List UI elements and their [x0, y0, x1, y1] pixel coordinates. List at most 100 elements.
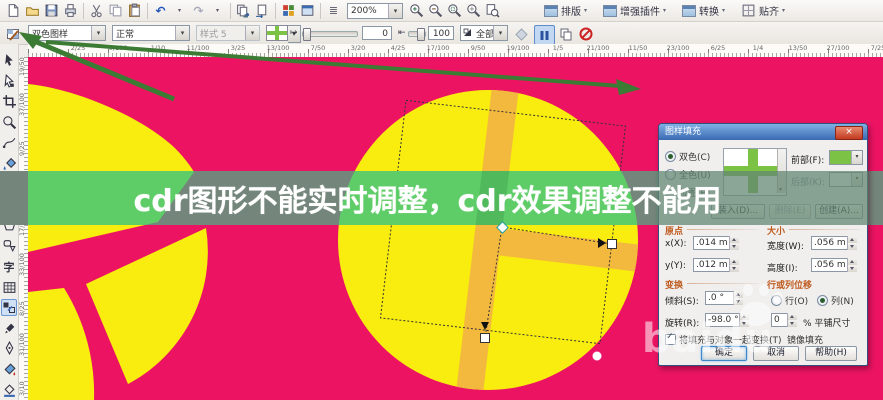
slider-thumb[interactable] — [303, 28, 311, 41]
radio-two-color[interactable]: 双色(C) — [665, 150, 710, 163]
chevron-down-icon[interactable]: ▾ — [91, 26, 105, 40]
view-list-icon[interactable]: ≣ — [324, 2, 343, 20]
export-icon[interactable] — [253, 2, 272, 20]
docker-button-增强插件[interactable]: 增强插件▾ — [599, 2, 670, 20]
smart-fill-tool[interactable] — [1, 155, 17, 172]
pattern-size-handle-right[interactable] — [608, 240, 617, 249]
radio-column-offset[interactable]: 列(N) — [817, 294, 854, 307]
basic-shapes-tool[interactable] — [1, 237, 17, 254]
zoom-all-icon[interactable] — [464, 2, 483, 20]
transparency-target-combo[interactable]: 全部▾ — [460, 25, 508, 41]
horizontal-ruler[interactable]: 2/259/1001/1011/1003/2513/1007/503/204/2… — [28, 44, 883, 58]
spinner[interactable] — [729, 236, 739, 250]
zoom-level-combo[interactable]: 200% ▾ — [347, 3, 403, 19]
table-tool[interactable] — [1, 279, 17, 296]
fill-tool[interactable] — [1, 361, 17, 378]
load-button[interactable]: 装入(D)... — [711, 204, 765, 219]
skew-field[interactable]: .0 ° — [705, 291, 743, 305]
chevron-down-icon[interactable]: ▾ — [851, 173, 862, 186]
no-transparency-icon[interactable] — [576, 25, 595, 43]
cut-scissors-icon[interactable] — [87, 2, 106, 20]
text-tool[interactable]: 字 — [1, 258, 17, 275]
new-document-icon[interactable] — [4, 2, 23, 20]
slider-thumb[interactable] — [417, 28, 425, 41]
offset-value-field[interactable]: 0 — [771, 313, 797, 327]
start-transparency-slider[interactable] — [302, 31, 358, 37]
chevron-down-icon[interactable]: ▾ — [175, 26, 189, 40]
close-icon[interactable]: × — [835, 126, 863, 140]
chevron-down-icon[interactable]: ▾ — [851, 151, 862, 164]
freehand-tool[interactable] — [1, 134, 17, 151]
transparency-operation-combo[interactable]: 正常▾ — [112, 25, 190, 41]
interactive-transparency-tool[interactable] — [1, 299, 17, 316]
dropdown-arrow-icon[interactable]: ▾ — [208, 2, 227, 20]
spinner[interactable] — [847, 258, 857, 272]
zoom-selected-icon[interactable] — [445, 2, 464, 20]
zoom-out-icon[interactable] — [426, 2, 445, 20]
import-icon[interactable] — [234, 2, 253, 20]
copy-properties-icon[interactable] — [556, 25, 575, 43]
rotate-field[interactable]: -98.0 ° — [705, 313, 749, 327]
origin-y-field[interactable]: .012 m — [693, 258, 739, 272]
interactive-fill-tool[interactable] — [1, 382, 17, 399]
chevron-down-icon[interactable] — [777, 149, 786, 193]
width-field[interactable]: .056 m — [811, 236, 857, 250]
spinner[interactable] — [733, 291, 743, 305]
transform-with-object-checkbox[interactable]: 将填充与对象一起变换(T) — [665, 333, 782, 346]
field-value: -98.0 ° — [708, 314, 739, 326]
shape-tool[interactable] — [1, 73, 17, 90]
chevron-down-icon[interactable]: ▾ — [388, 4, 402, 18]
pause-freeze-toggle-icon[interactable] — [534, 25, 555, 45]
chevron-down-icon[interactable]: ▾ — [493, 26, 507, 40]
app-launcher-icon[interactable] — [279, 2, 298, 20]
docker-button-贴齐[interactable]: 贴齐▾ — [737, 2, 789, 20]
spinner[interactable] — [787, 313, 797, 327]
end-transparency-value[interactable]: 100 — [428, 26, 454, 40]
freeze-icon[interactable] — [512, 25, 531, 43]
mirror-fill-checkbox[interactable]: 镜像填充 — [787, 333, 823, 346]
spinner[interactable] — [847, 236, 857, 250]
radio-row-offset[interactable]: 行(O) — [771, 294, 808, 307]
pattern-preview-dropdown[interactable] — [723, 148, 787, 196]
start-transparency-value[interactable]: 0 — [362, 26, 392, 40]
ok-button[interactable]: 确定 — [701, 346, 747, 361]
toolbar-separator — [230, 3, 231, 19]
open-folder-icon[interactable] — [23, 2, 42, 20]
pattern-size-handle-bottom[interactable] — [481, 334, 490, 343]
dropdown-arrow-icon[interactable]: ▾ — [170, 2, 189, 20]
spinner[interactable] — [739, 313, 749, 327]
spinner[interactable] — [729, 258, 739, 272]
back-color-swatch[interactable]: ▾ — [829, 172, 863, 187]
origin-x-field[interactable]: .014 m — [693, 236, 739, 250]
docker-button-转换[interactable]: 转换▾ — [678, 2, 729, 20]
radio-bitmap[interactable]: 位图(B) — [665, 186, 710, 199]
selection-dot-handle[interactable] — [593, 352, 602, 361]
zoom-page-icon[interactable] — [483, 2, 502, 20]
help-button[interactable]: 帮助(H) — [805, 346, 857, 361]
radio-full-color[interactable]: 全色(U) — [665, 168, 711, 181]
copy-icon[interactable] — [106, 2, 125, 20]
transparency-type-combo[interactable]: 双色图样▾ — [28, 25, 106, 41]
docker-button-排版[interactable]: 排版▾ — [540, 2, 591, 20]
height-field[interactable]: .056 m — [811, 258, 857, 272]
undo-icon[interactable]: ↶ — [151, 2, 170, 20]
outline-pen-tool[interactable] — [1, 340, 17, 357]
checkbox[interactable] — [665, 334, 676, 345]
start-transparency-icon: ↦ — [290, 28, 298, 38]
crop-tool[interactable] — [1, 93, 17, 110]
print-icon[interactable] — [61, 2, 80, 20]
pick-tool[interactable] — [1, 52, 17, 69]
end-transparency-slider[interactable] — [408, 31, 426, 37]
edit-transparency-icon[interactable] — [4, 25, 23, 43]
zoom-in-icon[interactable] — [407, 2, 426, 20]
ruler-label: 17/100 — [427, 44, 450, 52]
create-button[interactable]: 创建(A)... — [815, 204, 863, 219]
cancel-button[interactable]: 取消 — [753, 346, 799, 361]
paste-icon[interactable] — [125, 2, 144, 20]
zoom-tool[interactable] — [1, 114, 17, 131]
front-color-swatch[interactable]: ▾ — [829, 150, 863, 165]
eyedropper-tool[interactable] — [1, 320, 17, 337]
welcome-screen-icon[interactable] — [298, 2, 317, 20]
save-icon[interactable] — [42, 2, 61, 20]
redo-icon[interactable]: ↷ — [189, 2, 208, 20]
